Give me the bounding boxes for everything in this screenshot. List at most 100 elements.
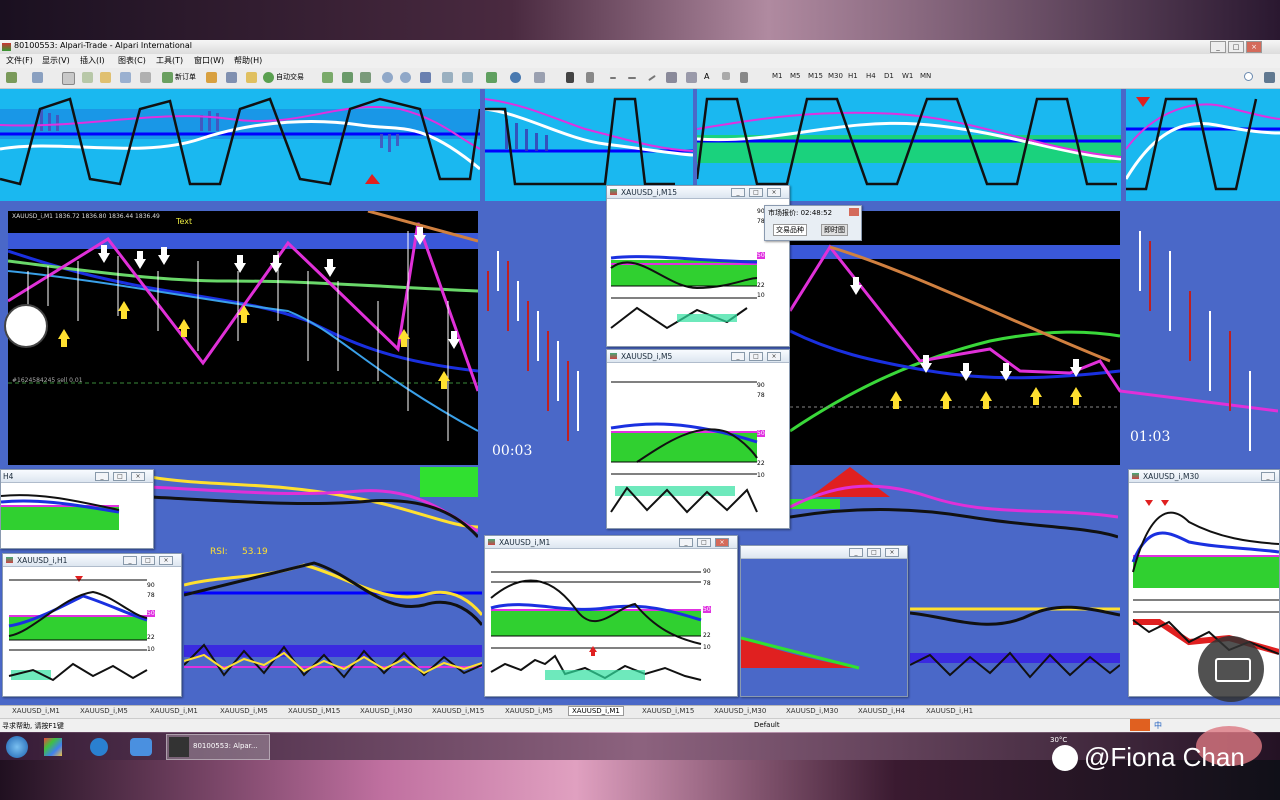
- data-window-icon[interactable]: [82, 72, 93, 83]
- window-untitled-minimize[interactable]: _: [849, 548, 863, 557]
- close-button[interactable]: ×: [1246, 41, 1262, 53]
- menu-view[interactable]: 显示(V): [42, 55, 70, 66]
- market-watch-window[interactable]: 市场报价: 02:48:52 交易品种 即时图: [764, 205, 862, 241]
- k-app-icon[interactable]: [90, 738, 108, 756]
- minimize-button[interactable]: _: [1210, 41, 1226, 53]
- window-m1-maximize[interactable]: □: [697, 538, 711, 547]
- tab-xauusd-h1[interactable]: XAUUSD_i,H1: [926, 707, 973, 715]
- tab-xauusd-h4[interactable]: XAUUSD_i,H4: [858, 707, 905, 715]
- line-chart-icon[interactable]: [360, 72, 371, 83]
- autoscroll-icon[interactable]: [442, 72, 453, 83]
- chart-top-far-right[interactable]: [1126, 89, 1280, 201]
- timeframe-m1[interactable]: M1: [772, 72, 783, 80]
- chart-rsi-panel[interactable]: RSI: 53.19: [184, 545, 482, 695]
- indicators-icon[interactable]: [486, 72, 497, 83]
- timeframe-h4[interactable]: H4: [866, 72, 876, 80]
- timeframe-m15[interactable]: M15: [808, 72, 823, 80]
- timeframe-mn[interactable]: MN: [920, 72, 931, 80]
- window-m1-close[interactable]: ×: [715, 538, 729, 547]
- menu-window[interactable]: 窗口(W): [194, 55, 224, 66]
- tab-xauusd-m5[interactable]: XAUUSD_i,M5: [80, 707, 128, 715]
- window-m5[interactable]: XAUUSD_i,M5 _ □ × 90 78 50 22 10: [606, 349, 790, 529]
- timeframe-m30[interactable]: M30: [828, 72, 843, 80]
- tab-xauusd-m1[interactable]: XAUUSD_i,M1: [150, 707, 198, 715]
- options-icon[interactable]: [226, 72, 237, 83]
- navigator-icon[interactable]: [100, 72, 111, 83]
- arrows-icon[interactable]: [740, 72, 748, 83]
- periods-icon[interactable]: [510, 72, 521, 83]
- zoom-in-icon[interactable]: [382, 72, 393, 83]
- window-m1[interactable]: XAUUSD_i,M1 _ □ × 90 78 50 22 10: [484, 535, 738, 697]
- window-h1-minimize[interactable]: _: [123, 556, 137, 565]
- window-m15[interactable]: XAUUSD_i,M15 _ □ × 90 78 50 22 10: [606, 185, 790, 347]
- cursor-icon[interactable]: [566, 72, 574, 83]
- window-untitled-close[interactable]: ×: [885, 548, 899, 557]
- auto-trading-icon[interactable]: [263, 72, 274, 83]
- tile-windows-icon[interactable]: [420, 72, 431, 83]
- terminal-icon[interactable]: [120, 72, 131, 83]
- window-m5-minimize[interactable]: _: [731, 352, 745, 361]
- trendline-icon[interactable]: [648, 74, 656, 82]
- horizontal-line-icon[interactable]: [628, 77, 636, 79]
- vertical-line-icon[interactable]: [610, 77, 616, 79]
- chart-lower-left-indicator[interactable]: [150, 467, 478, 541]
- window-m15-minimize[interactable]: _: [731, 188, 745, 197]
- window-m15-maximize[interactable]: □: [749, 188, 763, 197]
- window-h4-minimize[interactable]: _: [95, 472, 109, 481]
- market-watch-tab-tick[interactable]: 即时图: [821, 224, 848, 236]
- tab-xauusd-m30[interactable]: XAUUSD_i,M30: [714, 707, 766, 715]
- window-m5-maximize[interactable]: □: [749, 352, 763, 361]
- timeframe-d1[interactable]: D1: [884, 72, 894, 80]
- menu-charts[interactable]: 图表(C): [118, 55, 146, 66]
- auto-trading-button[interactable]: 自动交易: [276, 72, 304, 82]
- timeframe-h1[interactable]: H1: [848, 72, 858, 80]
- chart-top-left[interactable]: [0, 89, 480, 201]
- cloud-app-icon[interactable]: [130, 738, 152, 756]
- strategy-tester-icon[interactable]: [140, 72, 151, 83]
- window-h1[interactable]: XAUUSD_i,H1 _ □ × 90 78 50 22 10: [2, 553, 182, 697]
- tab-xauusd-m30[interactable]: XAUUSD_i,M30: [360, 707, 412, 715]
- window-h4-close[interactable]: ×: [131, 472, 145, 481]
- tab-xauusd-m30[interactable]: XAUUSD_i,M30: [786, 707, 838, 715]
- taskbar-item-mt4[interactable]: 80100553: Alpar...: [166, 734, 270, 760]
- crosshair-icon[interactable]: [586, 72, 594, 83]
- maximize-button[interactable]: □: [1228, 41, 1244, 53]
- chart-center-candles[interactable]: 00:03: [478, 211, 608, 465]
- window-m1-minimize[interactable]: _: [679, 538, 693, 547]
- tab-xauusd-m5[interactable]: XAUUSD_i,M5: [220, 707, 268, 715]
- window-m15-close[interactable]: ×: [767, 188, 781, 197]
- new-chart-icon[interactable]: [6, 72, 17, 83]
- channel-icon[interactable]: [666, 72, 677, 83]
- profiles-icon[interactable]: [32, 72, 43, 83]
- bar-chart-icon[interactable]: [322, 72, 333, 83]
- app-launcher-icon[interactable]: [44, 738, 62, 756]
- window-h1-maximize[interactable]: □: [141, 556, 155, 565]
- chart-main-left[interactable]: XAUUSD_i,M1 1836.72 1836.80 1836.44 1836…: [8, 211, 478, 465]
- window-m30-minimize[interactable]: _: [1261, 472, 1275, 481]
- menu-file[interactable]: 文件(F): [6, 55, 33, 66]
- ime-icon[interactable]: [1130, 719, 1150, 731]
- chart-shift-icon[interactable]: [462, 72, 473, 83]
- candlestick-icon[interactable]: [342, 72, 353, 83]
- chart-main-right[interactable]: 01:03: [790, 211, 1278, 465]
- new-order-icon[interactable]: [162, 72, 173, 83]
- window-untitled[interactable]: _ □ ×: [740, 545, 908, 697]
- window-h1-close[interactable]: ×: [159, 556, 173, 565]
- start-button-icon[interactable]: [6, 736, 28, 758]
- keyboard-overlay-icon[interactable]: [1198, 636, 1264, 702]
- tab-xauusd-m1-active[interactable]: XAUUSD_i,M1: [568, 706, 624, 716]
- new-order-button[interactable]: 新订单: [175, 72, 196, 82]
- ime-lang-icon[interactable]: 中: [1154, 720, 1162, 731]
- market-watch-close[interactable]: [849, 208, 859, 216]
- window-m5-close[interactable]: ×: [767, 352, 781, 361]
- market-watch-icon[interactable]: [62, 72, 75, 85]
- timeframe-w1[interactable]: W1: [902, 72, 913, 80]
- account-icon[interactable]: [1264, 72, 1275, 83]
- menu-insert[interactable]: 插入(I): [80, 55, 105, 66]
- templates-icon[interactable]: [534, 72, 545, 83]
- tab-xauusd-m1[interactable]: XAUUSD_i,M1: [12, 707, 60, 715]
- window-h4[interactable]: H4 _ □ ×: [0, 469, 154, 549]
- market-watch-tab-symbols[interactable]: 交易品种: [773, 224, 807, 236]
- text-label-icon[interactable]: [722, 72, 730, 80]
- timeframe-m5[interactable]: M5: [790, 72, 801, 80]
